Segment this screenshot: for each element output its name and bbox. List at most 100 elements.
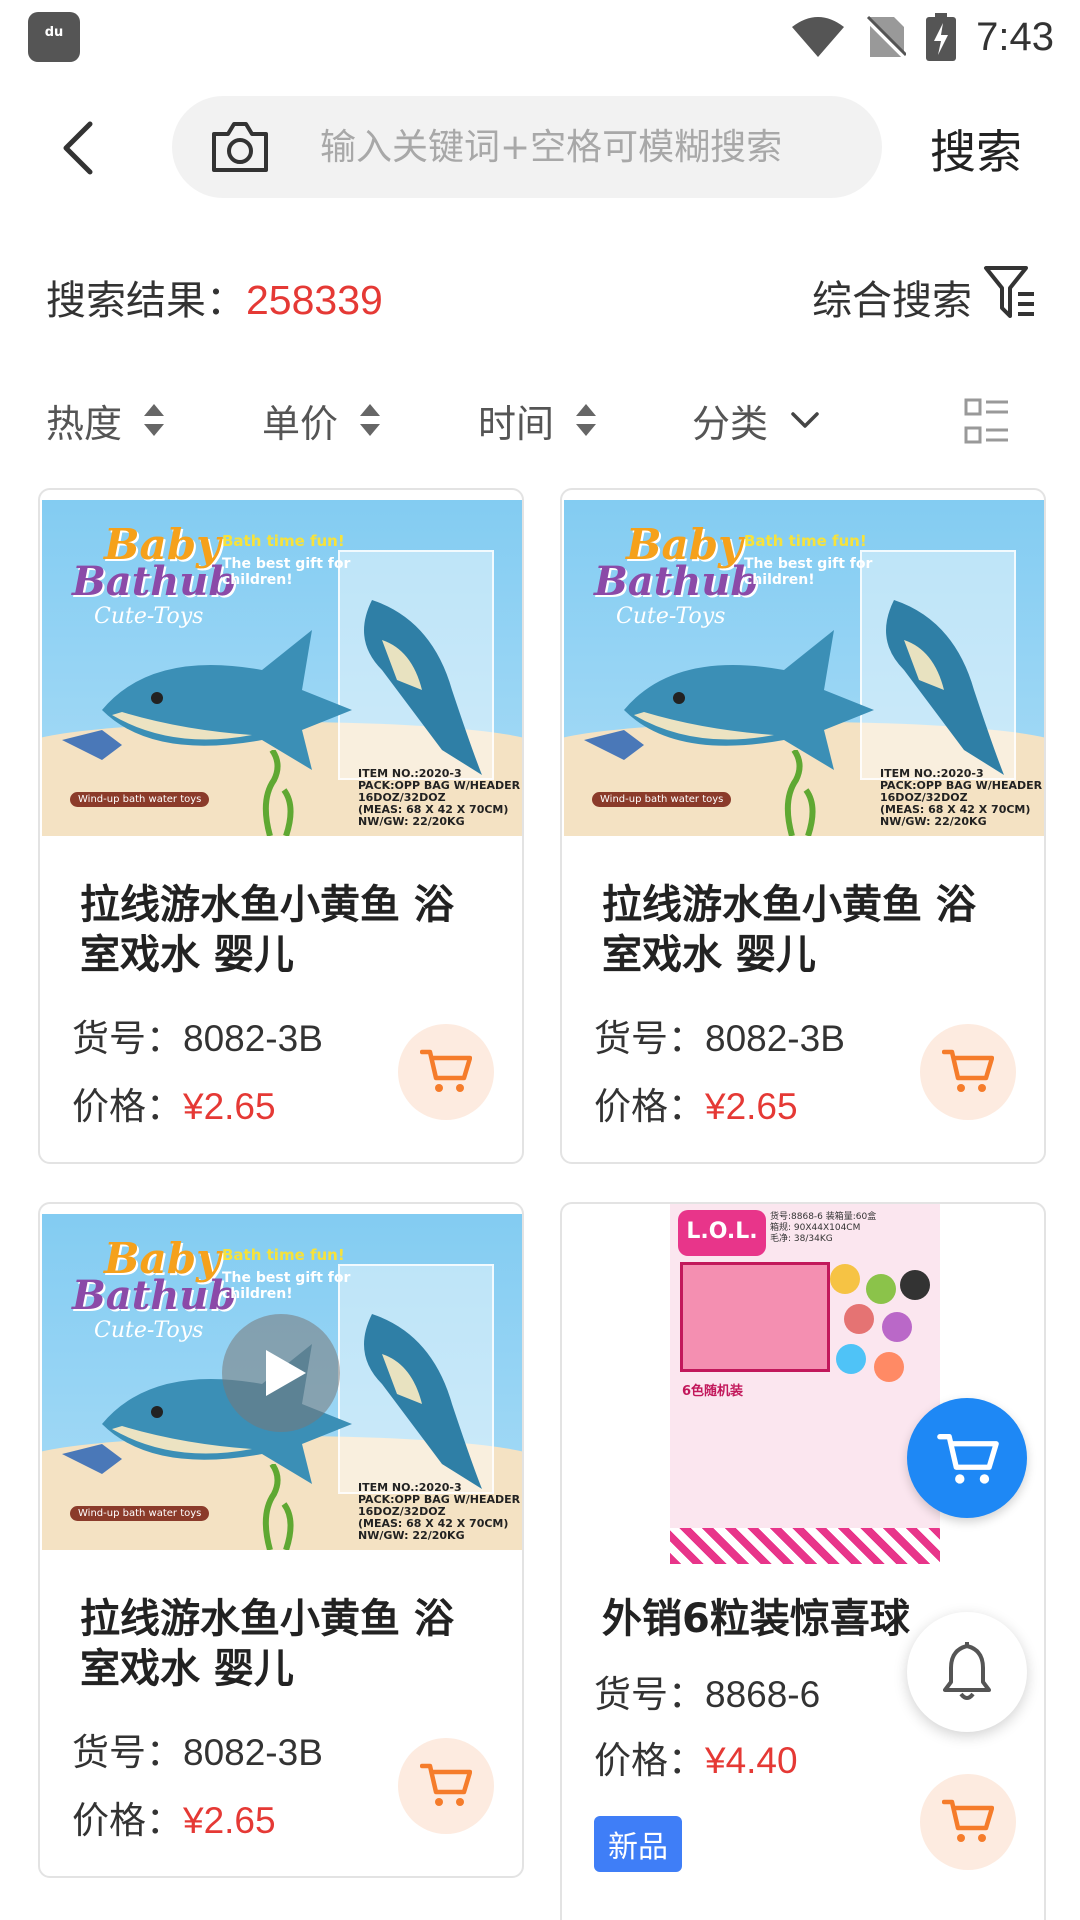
sort-tab-price[interactable]: 单价	[262, 390, 382, 450]
product-sku: 货号：8082-3B	[72, 1008, 323, 1062]
sku-label: 货号：	[72, 1731, 183, 1774]
sku-label: 货号：	[72, 1017, 183, 1060]
wifi-icon	[792, 17, 845, 57]
lol-logo: L.O.L.	[678, 1210, 766, 1256]
product-title: 拉线游水鱼小黄鱼 浴 室戏水 婴儿	[80, 880, 454, 980]
product-title-line: 拉线游水鱼小黄鱼 浴	[602, 882, 976, 928]
shark-toy-illustration	[62, 630, 352, 770]
product-sku: 货号：8082-3B	[72, 1722, 323, 1776]
image-item-line: 箱规: 90X44X104CM	[770, 1223, 861, 1233]
sort-tab-category[interactable]: 分类	[692, 390, 820, 450]
sort-arrows-icon	[576, 404, 597, 436]
image-item-line: NW/GW: 22/20KG	[358, 1529, 465, 1542]
back-arrow-icon[interactable]	[58, 120, 98, 176]
image-item-line: 货号:8868-6 装箱量:60盒	[770, 1212, 877, 1222]
new-badge: 新品	[594, 1816, 682, 1872]
product-title-line: 外销6粒装惊喜球	[602, 1596, 910, 1642]
image-item-line: 毛净: 38/34KG	[770, 1234, 833, 1244]
image-tag-line: The best gift for	[222, 1270, 351, 1286]
image-item-info: ITEM NO.:2020-3 PACK:OPP BAG W/HEADER 16…	[358, 768, 520, 828]
sort-tab-label: 单价	[262, 401, 339, 446]
add-to-cart-button[interactable]	[920, 1024, 1016, 1120]
image-tag-text: The best gift for children!	[744, 556, 872, 588]
filter-icon[interactable]	[982, 262, 1038, 322]
app-icon-label: du	[44, 25, 64, 40]
image-item-info: ITEM NO.:2020-3 PACK:OPP BAG W/HEADER 16…	[358, 1482, 520, 1542]
product-price: 价格：¥2.65	[594, 1076, 798, 1130]
cart-icon	[942, 1799, 994, 1842]
price-value: ¥2.65	[183, 1086, 276, 1127]
product-title-line: 室戏水 婴儿	[602, 932, 816, 978]
result-label-text: 搜索结果：	[46, 278, 246, 324]
search-header: 搜索	[0, 96, 1080, 198]
product-image[interactable]: Baby Bathub Cute-Toys Bath time fun! The…	[42, 1214, 522, 1550]
sort-tab-heat[interactable]: 热度	[46, 390, 166, 450]
seaweed-illustration	[784, 750, 816, 836]
image-item-line: NW/GW: 22/20KG	[880, 815, 987, 828]
floating-notification-button[interactable]	[907, 1612, 1027, 1732]
image-item-info: 货号:8868-6 装箱量:60盒 箱规: 90X44X104CM 毛净: 38…	[770, 1212, 876, 1245]
cart-icon	[420, 1763, 472, 1806]
product-image[interactable]: L.O.L. 货号:8868-6 装箱量:60盒 箱规: 90X44X104CM…	[670, 1204, 940, 1564]
price-value: ¥2.65	[705, 1086, 798, 1127]
image-badge-text: Wind-up bath water toys	[592, 792, 732, 807]
add-to-cart-button[interactable]	[920, 1774, 1016, 1870]
list-layout-icon[interactable]	[964, 398, 1010, 444]
result-label: 搜索结果：258339	[46, 268, 383, 326]
search-input[interactable]	[320, 96, 860, 198]
result-summary: 搜索结果：258339 综合搜索	[0, 262, 1080, 332]
cart-icon	[420, 1049, 472, 1092]
sort-tab-label: 热度	[46, 401, 123, 446]
product-image[interactable]: Baby Bathub Cute-Toys Bath time fun! The…	[42, 500, 522, 836]
add-to-cart-button[interactable]	[398, 1738, 494, 1834]
image-item-line: NW/GW: 22/20KG	[358, 815, 465, 828]
product-card[interactable]: Baby Bathub Cute-Toys Bath time fun! The…	[38, 488, 524, 1164]
search-box[interactable]	[172, 96, 882, 198]
camera-icon[interactable]	[210, 118, 270, 176]
image-tag-line: children!	[222, 1286, 293, 1302]
image-logo-text: Bathub	[594, 558, 759, 605]
image-tag-text: Bath time fun!	[744, 532, 867, 550]
image-logo-text: Bathub	[72, 558, 237, 605]
sku-value: 8082-3B	[183, 1018, 323, 1059]
sort-arrows-icon	[144, 404, 165, 436]
image-tag-line: children!	[744, 572, 815, 588]
image-tag-text: The best gift for children!	[222, 1270, 350, 1302]
product-price: 价格：¥2.65	[72, 1076, 276, 1130]
product-price: 价格：¥4.40	[594, 1730, 798, 1784]
search-button[interactable]: 搜索	[930, 116, 1022, 182]
price-value: ¥4.40	[705, 1740, 798, 1781]
sku-label: 货号：	[594, 1017, 705, 1060]
sort-tab-label: 分类	[692, 401, 769, 446]
surprise-ball	[830, 1264, 860, 1294]
image-tag-line: The best gift for	[744, 556, 873, 572]
add-to-cart-button[interactable]	[398, 1024, 494, 1120]
sku-label: 货号：	[594, 1673, 705, 1716]
product-title-line: 室戏水 婴儿	[80, 932, 294, 978]
surprise-ball	[900, 1270, 930, 1300]
sort-mode-button[interactable]: 综合搜索	[812, 268, 972, 326]
product-image[interactable]: Baby Bathub Cute-Toys Bath time fun! The…	[564, 500, 1044, 836]
image-label-text: 6色随机装	[682, 1384, 744, 1399]
price-value: ¥2.65	[183, 1800, 276, 1841]
image-tag-text: Bath time fun!	[222, 1246, 345, 1264]
sort-tabs: 热度 单价 时间 分类	[0, 390, 1080, 450]
floating-cart-button[interactable]	[907, 1398, 1027, 1518]
battery-charging-icon	[926, 13, 957, 61]
surprise-ball	[866, 1274, 896, 1304]
image-tag-text: Bath time fun!	[222, 532, 345, 550]
play-icon	[266, 1350, 306, 1396]
seaweed-illustration	[262, 750, 294, 836]
app-notification-icon: du	[28, 12, 80, 62]
play-video-button[interactable]	[222, 1314, 340, 1432]
sort-tab-time[interactable]: 时间	[478, 390, 598, 450]
product-title-line: 拉线游水鱼小黄鱼 浴	[80, 1596, 454, 1642]
product-card[interactable]: Baby Bathub Cute-Toys Bath time fun! The…	[38, 1202, 524, 1878]
product-card[interactable]: L.O.L. 货号:8868-6 装箱量:60盒 箱规: 90X44X104CM…	[560, 1202, 1046, 1920]
status-time: 7:43	[976, 14, 1054, 59]
price-label: 价格：	[594, 1739, 705, 1782]
product-card[interactable]: Baby Bathub Cute-Toys Bath time fun! The…	[560, 488, 1046, 1164]
price-label: 价格：	[594, 1085, 705, 1128]
surprise-ball	[844, 1304, 874, 1334]
image-tag-line: children!	[222, 572, 293, 588]
